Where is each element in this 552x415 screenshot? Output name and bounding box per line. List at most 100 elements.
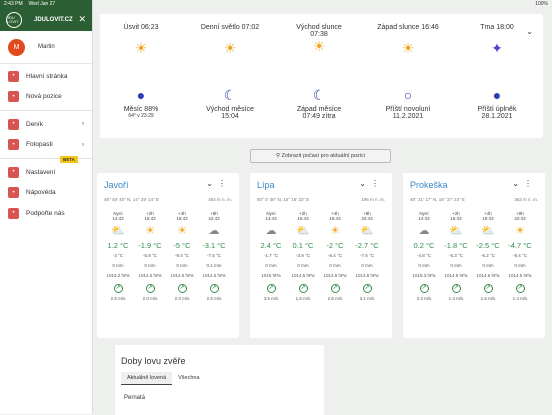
location-elevation: 454 m n. m. xyxy=(208,197,232,202)
sidebar-nav: • Hlavní stránka • Nová pozice • Deník › • Fotop… xyxy=(0,64,92,224)
weather-icon: ⛅ xyxy=(449,225,463,237)
sidebar: JDU LOVIT JDULOVIT.CZ ✕ M Martin • Hlavní… xyxy=(0,0,93,414)
wind-direction-icon: ↗ xyxy=(362,284,372,293)
wind-speed: 1.3 m/s xyxy=(448,296,464,301)
sun-label: Východ slunce xyxy=(296,24,342,31)
pressure: 1013.8 hPa xyxy=(355,273,379,278)
forecast-time: 14:43 xyxy=(265,216,277,221)
forecast-time: 18:43 xyxy=(176,216,188,221)
precipitation: 0 mm xyxy=(418,263,430,268)
location-coords: 49° 31' 17" N, 16° 37' 24" E xyxy=(410,197,465,202)
wind-direction-icon: ↗ xyxy=(177,284,187,293)
forecast-time: 22:43 xyxy=(514,216,526,221)
pin-icon: • xyxy=(8,91,19,103)
nav-divider xyxy=(0,110,92,111)
temperature: -2 °C xyxy=(326,241,344,250)
hunting-seasons-panel: Doby lovu zvěře Aktuálně lovená Všechna … xyxy=(115,345,324,415)
feels-like: -3.9 °C xyxy=(295,253,311,258)
show-current-weather-button[interactable]: ⚲ Zobrazit počasí pro aktuální pozici xyxy=(250,149,391,163)
precipitation: 0 mm xyxy=(144,263,156,268)
sidebar-item-label: Nastavení xyxy=(26,168,56,176)
weather-icon: ☀ xyxy=(177,225,187,237)
location-elevation: 363 m n. m. xyxy=(514,197,538,202)
wind-speed: 2.5 m/s xyxy=(110,296,126,301)
location-name[interactable]: Lípa xyxy=(257,180,275,190)
moon-icon: ● xyxy=(492,87,502,103)
hunting-title: Doby lovu zvěře xyxy=(121,356,186,366)
sun-icon: ☀ xyxy=(401,40,415,56)
card-menu[interactable]: ⌄⋮ xyxy=(512,179,537,188)
temperature: -1.8 °C xyxy=(444,241,468,250)
sidebar-item-3[interactable]: • Fotopasti › xyxy=(0,135,92,156)
book-icon: • xyxy=(8,118,19,130)
sun-item: Úsvit 06:23 ☀ xyxy=(101,24,181,56)
pressure: 1015.2 hPa xyxy=(106,273,130,278)
sun-label: Západ slunce 16:46 xyxy=(377,24,439,31)
temperature: 1.2 °C xyxy=(107,241,129,250)
sidebar-item-label: Hlavní stránka xyxy=(26,72,68,80)
weather-icon: ☁ xyxy=(418,225,430,237)
forecast-column: +8h 22:43 ☁ -3.1 °C -7.5 °C 0.1 mm 1014.5 hPa ↗… xyxy=(199,211,229,303)
wind-direction-icon: ↗ xyxy=(298,284,308,293)
precipitation: 0 mm xyxy=(297,263,309,268)
card-menu[interactable]: ⌄⋮ xyxy=(359,179,384,188)
moon-item: ☾ Východ měsíce 15:04 xyxy=(190,87,270,120)
location-name[interactable]: Javoří xyxy=(104,180,129,190)
user-profile[interactable]: M Martin xyxy=(0,31,92,64)
temperature: 2.4 °C xyxy=(260,241,282,250)
forecast-column: Nyní 14:43 ⛅ 1.2 °C -3 °C 0 mm 1015.2 hPa ↗ 2.5 … xyxy=(103,211,133,303)
temperature: -2.7 °C xyxy=(355,241,379,250)
location-name[interactable]: Prokeška xyxy=(410,180,448,190)
wind-speed: 2.0 m/s xyxy=(142,296,158,301)
wind-direction-icon: ↗ xyxy=(266,284,276,293)
sidebar-item-2[interactable]: • Deník › xyxy=(0,114,92,135)
sidebar-item-5[interactable]: • Nápověda xyxy=(0,183,92,204)
app-logo: JDU LOVIT xyxy=(6,11,22,28)
wind-speed: 3.1 m/s xyxy=(359,296,375,301)
weather-icon: ⛅ xyxy=(111,225,125,237)
moon-value: 11.2.2021 xyxy=(392,113,424,120)
wind-direction-icon: ↗ xyxy=(330,284,340,293)
sidebar-item-4[interactable]: • Nastavení xyxy=(0,162,92,183)
forecast-column: +8h 22:43 ☀ -4.7 °C -8.4 °C 0 mm 1014.5 hPa ↗ 1.… xyxy=(505,211,535,303)
pressure: 1014.5 hPa xyxy=(138,273,162,278)
precipitation: 0 mm xyxy=(265,263,277,268)
pressure: 1015 hPa xyxy=(261,273,281,278)
precipitation: 0 mm xyxy=(450,263,462,268)
moon-item: ● Měsíc 88% 64° v 23:29 xyxy=(101,87,181,119)
feels-like: -6.2 °C xyxy=(480,253,496,258)
feels-like: -5.8 °C xyxy=(142,253,158,258)
pressure: 1014.5 hPa xyxy=(202,273,226,278)
sidebar-item-1[interactable]: • Nová pozice xyxy=(0,87,92,108)
precipitation: 0 mm xyxy=(176,263,188,268)
forecast-time: 18:43 xyxy=(329,216,341,221)
location-card: Lípa ⌄⋮ 50° 0' 46" N, 15° 15' 22" E 196 m n… xyxy=(250,173,392,338)
precipitation: 0 mm xyxy=(361,263,373,268)
forecast-time: 18:43 xyxy=(482,216,494,221)
home-icon: • xyxy=(8,70,19,82)
feels-like: -7.5 °C xyxy=(206,253,222,258)
sun-item: Denní světlo 07:02 ☀ xyxy=(190,24,270,56)
chevron-right-icon: › xyxy=(82,121,84,128)
moon-icon: ● xyxy=(136,87,146,103)
wind-direction-icon: ↗ xyxy=(113,284,123,293)
tab-all[interactable]: Všechna xyxy=(172,372,205,385)
forecast-time: 16:43 xyxy=(297,216,309,221)
settings-icon: • xyxy=(8,166,19,178)
beta-badge: BETA xyxy=(60,156,78,163)
tab-current[interactable]: Aktuálně lovená xyxy=(121,372,173,385)
moon-label: Příští úplněk xyxy=(477,106,517,113)
wind-direction-icon: ↗ xyxy=(209,284,219,293)
moon-value: 15:04 xyxy=(221,113,239,120)
sidebar-item-0[interactable]: • Hlavní stránka xyxy=(0,66,92,87)
card-menu[interactable]: ⌄⋮ xyxy=(206,179,231,188)
forecast-time: 16:43 xyxy=(450,216,462,221)
moon-value: 07:49 zítra xyxy=(302,113,336,120)
pressure: 1013.9 hPa xyxy=(323,273,347,278)
sun-icon: ☀ xyxy=(134,40,148,56)
close-icon[interactable]: ✕ xyxy=(78,14,86,25)
forecast-column: +8h 22:43 ⛅ -2.7 °C -7.6 °C 0 mm 1013.8 hPa ↗ 3.… xyxy=(352,211,382,303)
list-item[interactable]: Pernatá xyxy=(115,385,324,401)
sidebar-item-6[interactable]: • Podpořte nás xyxy=(0,203,92,224)
sidebar-item-label: Podpořte nás xyxy=(26,209,65,217)
